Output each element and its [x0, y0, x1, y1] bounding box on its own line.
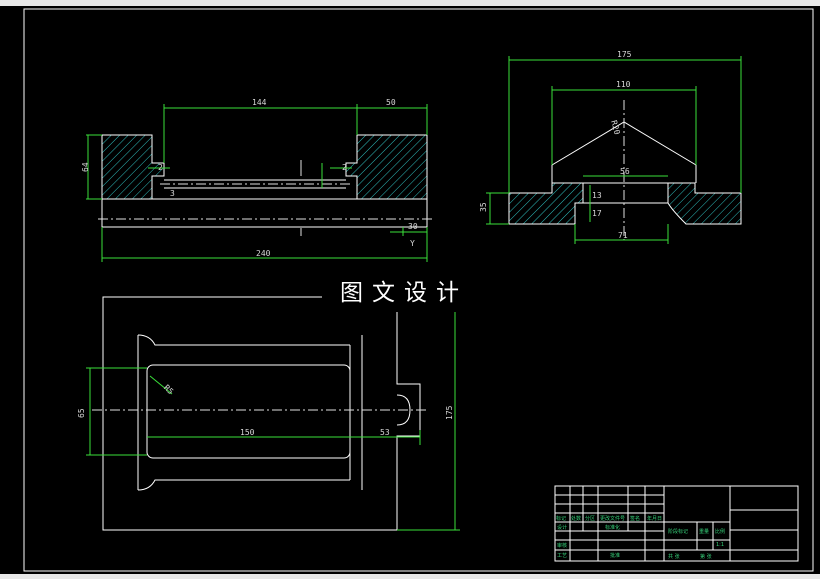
- cad-drawing: 144 50 64 2 2 3 30 240 Y 175 110 R20 56 …: [0, 0, 820, 579]
- section-label: Y: [410, 239, 415, 248]
- window-top-strip: [0, 0, 820, 6]
- front-left-block: [101, 134, 165, 200]
- dim-240: 240: [256, 249, 271, 258]
- dim-150: 150: [240, 428, 255, 437]
- tb-label-zone: 分区: [585, 515, 595, 522]
- tb-label-standard: 标准化: [605, 524, 620, 531]
- dim-13: 13: [592, 191, 602, 200]
- dim-64: 64: [81, 162, 90, 172]
- watermark-text: 图文设计: [340, 280, 468, 306]
- window-bottom-strip: [0, 574, 820, 579]
- side-view: 175 110 R20 56 35 13 17 71: [479, 50, 742, 244]
- tb-label-mark: 标记: [556, 515, 566, 522]
- tb-label-stage: 阶段标记: [668, 528, 688, 535]
- title-block: [554, 485, 799, 562]
- top-pocket-upper: [137, 334, 350, 346]
- tb-sheet-num: 第 张: [700, 553, 712, 560]
- tb-label-change-doc: 更改文件号: [600, 515, 625, 522]
- tb-label-approve: 批准: [610, 552, 620, 559]
- dim-175-top: 175: [445, 405, 454, 420]
- dim-144: 144: [252, 98, 267, 107]
- top-pocket-lower: [137, 479, 350, 491]
- front-base-plate: [101, 198, 428, 228]
- tb-scale-value: 1:1: [716, 542, 724, 548]
- tb-label-date: 年月日: [647, 515, 662, 522]
- dim-2-left: 2: [158, 163, 163, 172]
- dim-53: 53: [380, 428, 390, 437]
- tb-label-scale: 比例: [715, 528, 725, 535]
- tb-label-weight: 重量: [699, 528, 709, 535]
- tb-sheet-total: 共 张: [668, 553, 680, 560]
- top-view: 65 R5 150 53 175: [77, 296, 460, 531]
- dim-175-side: 175: [617, 50, 632, 59]
- dim-3: 3: [170, 189, 175, 198]
- top-outline: [102, 296, 421, 531]
- tb-label-process: 工艺: [557, 553, 567, 559]
- dim-r20: R20: [609, 119, 621, 135]
- dim-30: 30: [408, 222, 418, 231]
- tb-label-sign: 签名: [630, 515, 640, 522]
- dim-17: 17: [592, 209, 602, 218]
- tb-label-count: 处数: [571, 515, 581, 522]
- dim-65: 65: [77, 408, 86, 418]
- front-view: 144 50 64 2 2 3 30 240 Y: [81, 98, 432, 262]
- dim-2-right: 2: [342, 163, 347, 172]
- tb-label-design: 设计: [557, 524, 567, 531]
- dim-50: 50: [386, 98, 396, 107]
- top-pocket: [146, 364, 351, 459]
- dim-35: 35: [479, 202, 488, 212]
- front-right-block: [345, 134, 428, 200]
- dim-56: 56: [620, 167, 630, 176]
- dim-110: 110: [616, 80, 631, 89]
- dim-r5: R5: [162, 383, 175, 396]
- dim-71: 71: [618, 231, 628, 240]
- tb-label-review: 审核: [557, 542, 567, 549]
